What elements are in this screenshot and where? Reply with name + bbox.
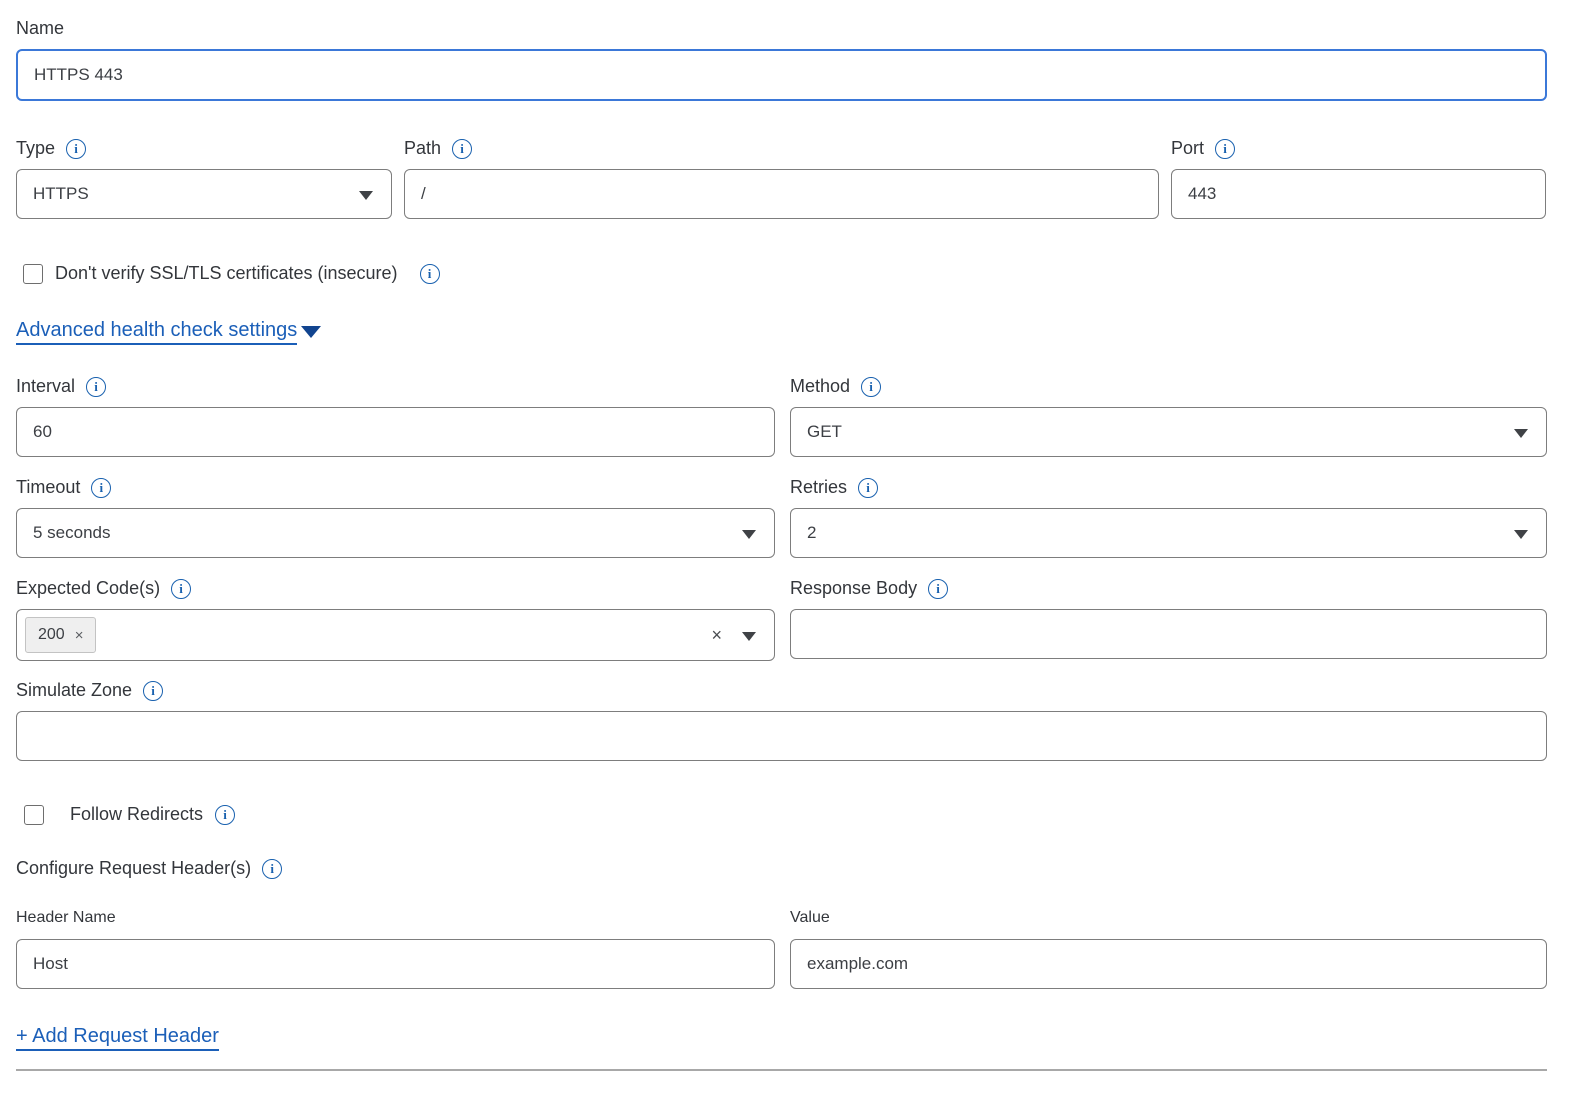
path-label: Path [404,138,441,159]
method-select[interactable]: GET [790,407,1547,457]
simulate-zone-info-icon[interactable]: i [143,681,163,701]
advanced-settings-link[interactable]: Advanced health check settings [16,317,297,345]
header-value-label: Value [790,909,1547,927]
triangle-down-icon [301,326,321,338]
method-label: Method [790,376,850,397]
timeout-label: Timeout [16,477,80,498]
port-info-icon[interactable]: i [1215,139,1235,159]
code-tag: 200 × [25,617,96,653]
header-row: Header Name Value [16,909,1547,989]
ssl-checkbox-row: Don't verify SSL/TLS certificates (insec… [16,263,1547,284]
ssl-checkbox-label: Don't verify SSL/TLS certificates (insec… [55,263,398,284]
path-input[interactable] [404,169,1159,219]
type-label: Type [16,138,55,159]
port-label: Port [1171,138,1204,159]
follow-redirects-info-icon[interactable]: i [215,805,235,825]
expected-codes-multiselect[interactable]: 200 × × [16,609,775,661]
path-field: Path i [404,138,1159,219]
type-select[interactable]: HTTPS [16,169,392,219]
response-body-input[interactable] [790,609,1547,659]
ssl-verify-checkbox[interactable] [23,264,43,284]
timeout-select-value: 5 seconds [33,523,111,543]
follow-redirects-label: Follow Redirects [70,804,203,825]
name-label-row: Name [16,18,1547,39]
interval-field: Interval i [16,376,775,457]
method-select-value: GET [807,422,842,442]
method-info-icon[interactable]: i [861,377,881,397]
interval-method-row: Interval i Method i GET [16,376,1547,457]
port-input[interactable] [1171,169,1546,219]
response-body-field: Response Body i [790,578,1547,661]
expected-codes-field: Expected Code(s) i 200 × × [16,578,775,661]
chevron-down-icon [359,191,373,200]
timeout-select[interactable]: 5 seconds [16,508,775,558]
timeout-retries-row: Timeout i 5 seconds Retries i 2 [16,477,1547,558]
health-check-form: Name Type i HTTPS Path i Port i [0,0,1570,1107]
follow-redirects-row: Follow Redirects i [16,804,1547,825]
header-value-field: Value [790,909,1547,989]
expected-codes-info-icon[interactable]: i [171,579,191,599]
add-request-header-link[interactable]: + Add Request Header [16,1023,219,1051]
type-select-value: HTTPS [33,184,89,204]
section-divider [16,1069,1547,1071]
header-name-field: Header Name [16,909,775,989]
code-tag-value: 200 [38,626,65,644]
type-info-icon[interactable]: i [66,139,86,159]
method-field: Method i GET [790,376,1547,457]
interval-input[interactable] [16,407,775,457]
interval-info-icon[interactable]: i [86,377,106,397]
chevron-down-icon [742,632,756,641]
add-header-row: + Add Request Header [16,1023,1547,1051]
retries-field: Retries i 2 [790,477,1547,558]
configure-headers-info-icon[interactable]: i [262,859,282,879]
follow-redirects-checkbox[interactable] [24,805,44,825]
interval-label: Interval [16,376,75,397]
simulate-zone-field: Simulate Zone i [16,680,1547,761]
port-field: Port i [1171,138,1546,219]
retries-select[interactable]: 2 [790,508,1547,558]
retries-info-icon[interactable]: i [858,478,878,498]
type-path-port-row: Type i HTTPS Path i Port i [16,138,1547,219]
expected-codes-label: Expected Code(s) [16,578,160,599]
response-body-info-icon[interactable]: i [928,579,948,599]
clear-all-icon[interactable]: × [711,626,722,644]
chevron-down-icon [1514,429,1528,438]
timeout-info-icon[interactable]: i [91,478,111,498]
configure-headers-row: Configure Request Header(s) i [16,858,1547,879]
simulate-zone-label: Simulate Zone [16,680,132,701]
timeout-field: Timeout i 5 seconds [16,477,775,558]
response-body-label: Response Body [790,578,917,599]
path-info-icon[interactable]: i [452,139,472,159]
tag-remove-icon[interactable]: × [75,627,84,644]
retries-label: Retries [790,477,847,498]
advanced-link-row: Advanced health check settings [16,317,1547,345]
simulate-zone-input[interactable] [16,711,1547,761]
ssl-info-icon[interactable]: i [420,264,440,284]
header-name-label: Header Name [16,909,775,927]
codes-body-row: Expected Code(s) i 200 × × Response Body… [16,578,1547,661]
header-value-input[interactable] [790,939,1547,989]
configure-headers-label: Configure Request Header(s) [16,858,251,879]
chevron-down-icon [742,530,756,539]
type-field: Type i HTTPS [16,138,392,219]
chevron-down-icon [1514,530,1528,539]
name-input[interactable] [16,49,1547,101]
retries-select-value: 2 [807,523,816,543]
header-name-input[interactable] [16,939,775,989]
name-label: Name [16,18,64,39]
